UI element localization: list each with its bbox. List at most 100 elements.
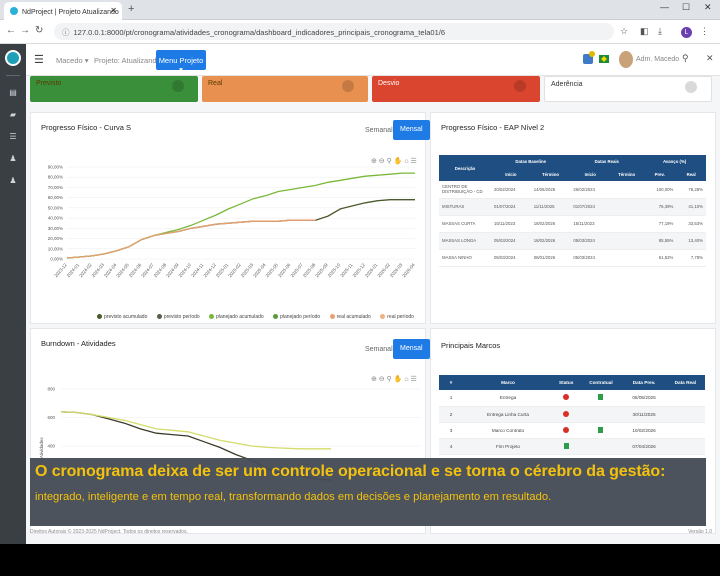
close-icon[interactable]: ✕ bbox=[706, 53, 714, 64]
site-favicon-icon bbox=[10, 7, 18, 15]
users-icon[interactable]: ♟ bbox=[8, 154, 18, 163]
status-cell bbox=[553, 390, 580, 407]
close-tab-icon[interactable]: ✕ bbox=[110, 6, 117, 15]
legend-real-periodo[interactable]: real período bbox=[380, 314, 414, 320]
search-icon[interactable]: ⚲ bbox=[682, 53, 689, 64]
browser-profile-avatar[interactable]: L bbox=[681, 27, 692, 38]
burndown-title: Burndown - Atividades bbox=[41, 339, 116, 348]
extensions-icon[interactable]: ◧ bbox=[640, 26, 649, 37]
chart-toolbar[interactable]: ⊕ ⊖ ⚲ ✋ ⌂ ☰ bbox=[371, 375, 417, 383]
curva-s-card: Progresso Físico - Curva S Semanal Mensa… bbox=[30, 112, 430, 324]
url-input[interactable]: ⓘ 127.0.0.1:8000/pt/cronograma/atividades… bbox=[54, 23, 614, 40]
dashboard-icon[interactable]: ▤ bbox=[8, 88, 18, 97]
menu-projeto-label: Menu Projeto bbox=[158, 56, 204, 65]
maximize-icon[interactable]: ☐ bbox=[682, 2, 690, 13]
app-logo[interactable] bbox=[5, 50, 21, 66]
avatar[interactable] bbox=[619, 51, 633, 68]
table-row: 1 Entrega 05/05/2025 bbox=[439, 390, 705, 407]
contratual-cell bbox=[579, 406, 623, 423]
status-red-icon bbox=[563, 426, 570, 433]
col-marco: Marco bbox=[463, 375, 553, 390]
table-cell: CENTRO DE DISTRIBUIÇÃO - CD bbox=[439, 181, 491, 199]
url-text: 127.0.0.1:8000/pt/cronograma/atividades_… bbox=[73, 28, 446, 37]
legend-previsto-periodo[interactable]: previsto período bbox=[156, 314, 200, 320]
legend-planejado-acumulado[interactable]: planejado acumulado bbox=[209, 314, 264, 320]
table-cell: 01/07/2024 bbox=[570, 198, 611, 216]
table-row: 4 Fim Projeto 07/04/2026 bbox=[439, 438, 705, 455]
contract-icon bbox=[563, 442, 569, 449]
semanal-toggle[interactable]: Semanal bbox=[365, 127, 393, 134]
contratual-cell bbox=[579, 390, 623, 407]
y-tick-label: 20,00% bbox=[48, 236, 63, 241]
mensal-toggle[interactable]: Mensal bbox=[393, 339, 430, 359]
contract-icon bbox=[598, 394, 604, 401]
curva-s-title: Progresso Físico - Curva S bbox=[41, 123, 132, 132]
table-cell: 3 bbox=[439, 422, 463, 439]
table-row: MASSA NINHO 05/03/2024 08/01/2026 05/03/202… bbox=[439, 249, 706, 267]
list-icon[interactable]: ☰ bbox=[8, 132, 18, 141]
legend-label: previsto período bbox=[163, 314, 200, 320]
star-icon[interactable]: ☆ bbox=[620, 26, 628, 37]
company-dropdown[interactable]: Macedo ▾ bbox=[56, 56, 89, 65]
table-row: 3 Marco Contrato 10/02/2026 bbox=[439, 422, 705, 439]
table-cell: Entrega Linha Curta bbox=[463, 406, 553, 423]
company-dropdown-label: Macedo bbox=[56, 56, 83, 65]
table-cell: 05/03/2024 bbox=[570, 232, 611, 250]
group-reais: Datas Reais bbox=[570, 155, 644, 168]
table-cell: 100,00% bbox=[643, 181, 677, 199]
table-cell bbox=[665, 406, 705, 423]
forward-icon[interactable]: → bbox=[20, 25, 30, 36]
table-cell: Marco Contrato bbox=[463, 422, 553, 439]
caption-line-1: O cronograma deixa de ser um controle op… bbox=[35, 463, 666, 480]
table-cell: MASSAS LONGA bbox=[439, 232, 491, 250]
table-row: CENTRO DE DISTRIBUIÇÃO - CD 20/02/2024 14/… bbox=[439, 181, 706, 199]
y-tick-label: 30,00% bbox=[48, 226, 63, 231]
legend-real-acumulado[interactable]: real acumulado bbox=[329, 314, 371, 320]
legend-planejado-periodo[interactable]: planejado período bbox=[273, 314, 320, 320]
legend-previsto-acumulado[interactable]: previsto acumulado bbox=[97, 314, 147, 320]
eap-group-header: Descrição Datas Baseline Datas Reais Ava… bbox=[439, 155, 706, 181]
user-icon[interactable]: ♟ bbox=[8, 176, 18, 185]
menu-projeto-button[interactable]: Menu Projeto ▾ bbox=[156, 50, 206, 74]
table-cell bbox=[665, 438, 705, 455]
y-tick-label: 10,00% bbox=[48, 246, 63, 251]
project-dropdown-label: Projeto: Atualizando bbox=[94, 56, 161, 65]
table-cell bbox=[610, 232, 644, 250]
table-cell: 05/03/2024 bbox=[570, 249, 611, 267]
table-cell: Entrega bbox=[463, 390, 553, 407]
group-baseline: Datas Baseline bbox=[491, 155, 571, 168]
browser-tab[interactable]: NdProject | Projeto Atualizando ✕ bbox=[4, 2, 122, 20]
menu-toggle-icon[interactable]: ☰ bbox=[34, 53, 44, 66]
table-cell: 18/02/2026 bbox=[530, 215, 571, 233]
mensal-toggle[interactable]: Mensal bbox=[393, 120, 430, 140]
back-icon[interactable]: ← bbox=[6, 25, 16, 36]
reload-icon[interactable]: ↻ bbox=[35, 25, 43, 36]
browser-menu-icon[interactable]: ⋮ bbox=[700, 26, 709, 37]
folder-icon[interactable]: ▰ bbox=[8, 110, 18, 119]
status-red-icon bbox=[563, 394, 570, 401]
table-cell: 7,78% bbox=[676, 249, 706, 267]
notification-badge bbox=[589, 51, 595, 57]
curva-s-legend: previsto acumulado previsto período plan… bbox=[97, 305, 419, 323]
footer-text: Direitos Autorais © 2023-2025 NdProject.… bbox=[30, 529, 188, 535]
col-prev: Prev. bbox=[643, 168, 677, 181]
minimize-icon[interactable]: — bbox=[660, 2, 669, 12]
col-inicio: Início bbox=[570, 168, 611, 181]
close-window-icon[interactable]: ✕ bbox=[704, 2, 712, 13]
tab-title: NdProject | Projeto Atualizando bbox=[22, 9, 119, 16]
y-tick-label: 90,00% bbox=[48, 165, 63, 170]
table-cell: 15/11/2023 bbox=[570, 215, 611, 233]
table-cell: 07/04/2026 bbox=[622, 438, 666, 455]
table-cell: 41,10% bbox=[676, 198, 706, 216]
caption-line-2: integrado, inteligente e em tempo real, … bbox=[35, 491, 552, 503]
new-tab-icon[interactable]: + bbox=[128, 3, 134, 15]
semanal-toggle[interactable]: Semanal bbox=[365, 346, 393, 353]
table-cell: 01/07/2024 bbox=[491, 198, 531, 216]
download-icon[interactable]: ⤓ bbox=[658, 26, 662, 37]
brazil-flag-icon[interactable] bbox=[599, 55, 609, 63]
user-name[interactable]: Adm. Macedo bbox=[636, 56, 679, 63]
table-cell: MISTURAS bbox=[439, 198, 491, 216]
table-cell: 61,52% bbox=[643, 249, 677, 267]
app-header: ☰ Macedo ▾ Projeto: Atualizando ▾ Menu P… bbox=[26, 44, 720, 76]
y-tick-label: 70,00% bbox=[48, 185, 63, 190]
